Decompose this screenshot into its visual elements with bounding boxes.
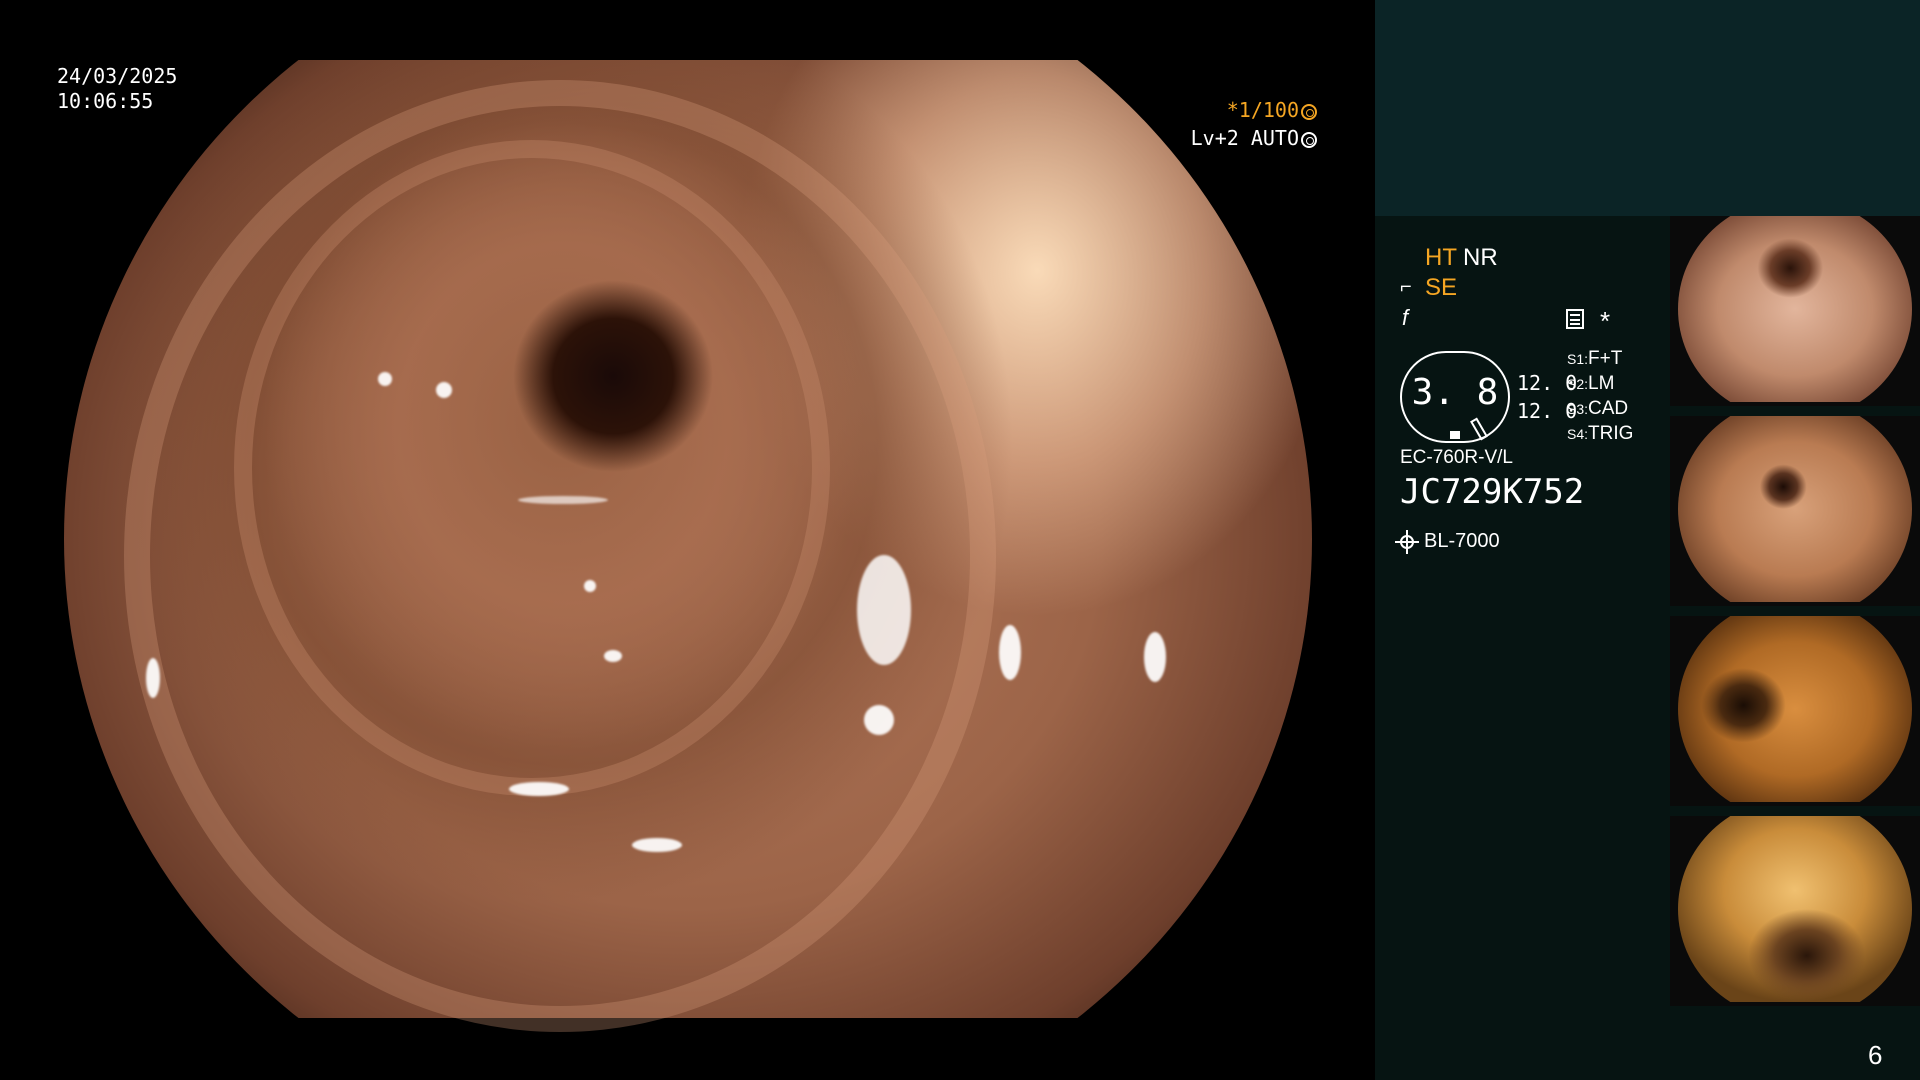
switch-assignment: S2:LM (1567, 373, 1614, 395)
iris-marker (1450, 431, 1460, 439)
switch-function: LM (1588, 373, 1615, 394)
shutter-icon (1301, 104, 1317, 120)
page-number: 6 (1868, 1040, 1883, 1070)
switch-function: F+T (1588, 348, 1623, 369)
date-display: 24/03/2025 (57, 64, 178, 88)
scope-model: EC-760R-V/L (1400, 447, 1513, 468)
star-indicator: * (1600, 306, 1611, 336)
se-indicator: SE (1425, 274, 1458, 301)
switch-function: TRIG (1588, 423, 1634, 444)
top-info-panel (1375, 0, 1920, 216)
light-source-icon (1395, 530, 1419, 554)
endoscope-video-area (0, 0, 1375, 1080)
capture-thumbnail[interactable] (1670, 616, 1920, 806)
switch-key: S4: (1567, 426, 1589, 442)
shutter-speed-value: *1/100 (1226, 98, 1299, 122)
capture-thumbnail[interactable] (1670, 216, 1920, 406)
switch-assignment: S3:CAD (1567, 398, 1628, 420)
light-source-indicator: BL-7000 (1395, 530, 1500, 554)
time-display: 10:06:55 (57, 89, 154, 113)
record-icon (1566, 309, 1584, 329)
auto-brightness-icon (1301, 132, 1317, 148)
brightness-level-indicator: Lv+2 AUTO (1191, 126, 1317, 150)
scope-serial-number: JC729K752 (1400, 472, 1585, 512)
switch-key: S1: (1567, 351, 1589, 367)
capture-thumbnail[interactable] (1670, 416, 1920, 606)
switch-function: CAD (1588, 398, 1629, 419)
endoscope-image (64, 60, 1312, 1032)
iris-value: 3. 8 (1411, 372, 1499, 413)
ht-indicator: HT (1425, 244, 1457, 271)
freeze-icon: f (1402, 305, 1409, 330)
light-source-model: BL-7000 (1424, 530, 1500, 552)
capture-thumbnail[interactable] (1670, 816, 1920, 1006)
nr-indicator: NR (1463, 244, 1498, 271)
level-value: Lv+2 AUTO (1190, 126, 1299, 150)
structure-enhancement-icon: ⌐ (1400, 276, 1412, 298)
shutter-speed-indicator: *1/100 (1227, 98, 1317, 122)
switch-key: S3: (1567, 401, 1589, 417)
switch-key: S2: (1567, 376, 1589, 392)
switch-assignment: S4:TRIG (1567, 423, 1633, 445)
switch-assignment: S1:F+T (1567, 348, 1622, 370)
